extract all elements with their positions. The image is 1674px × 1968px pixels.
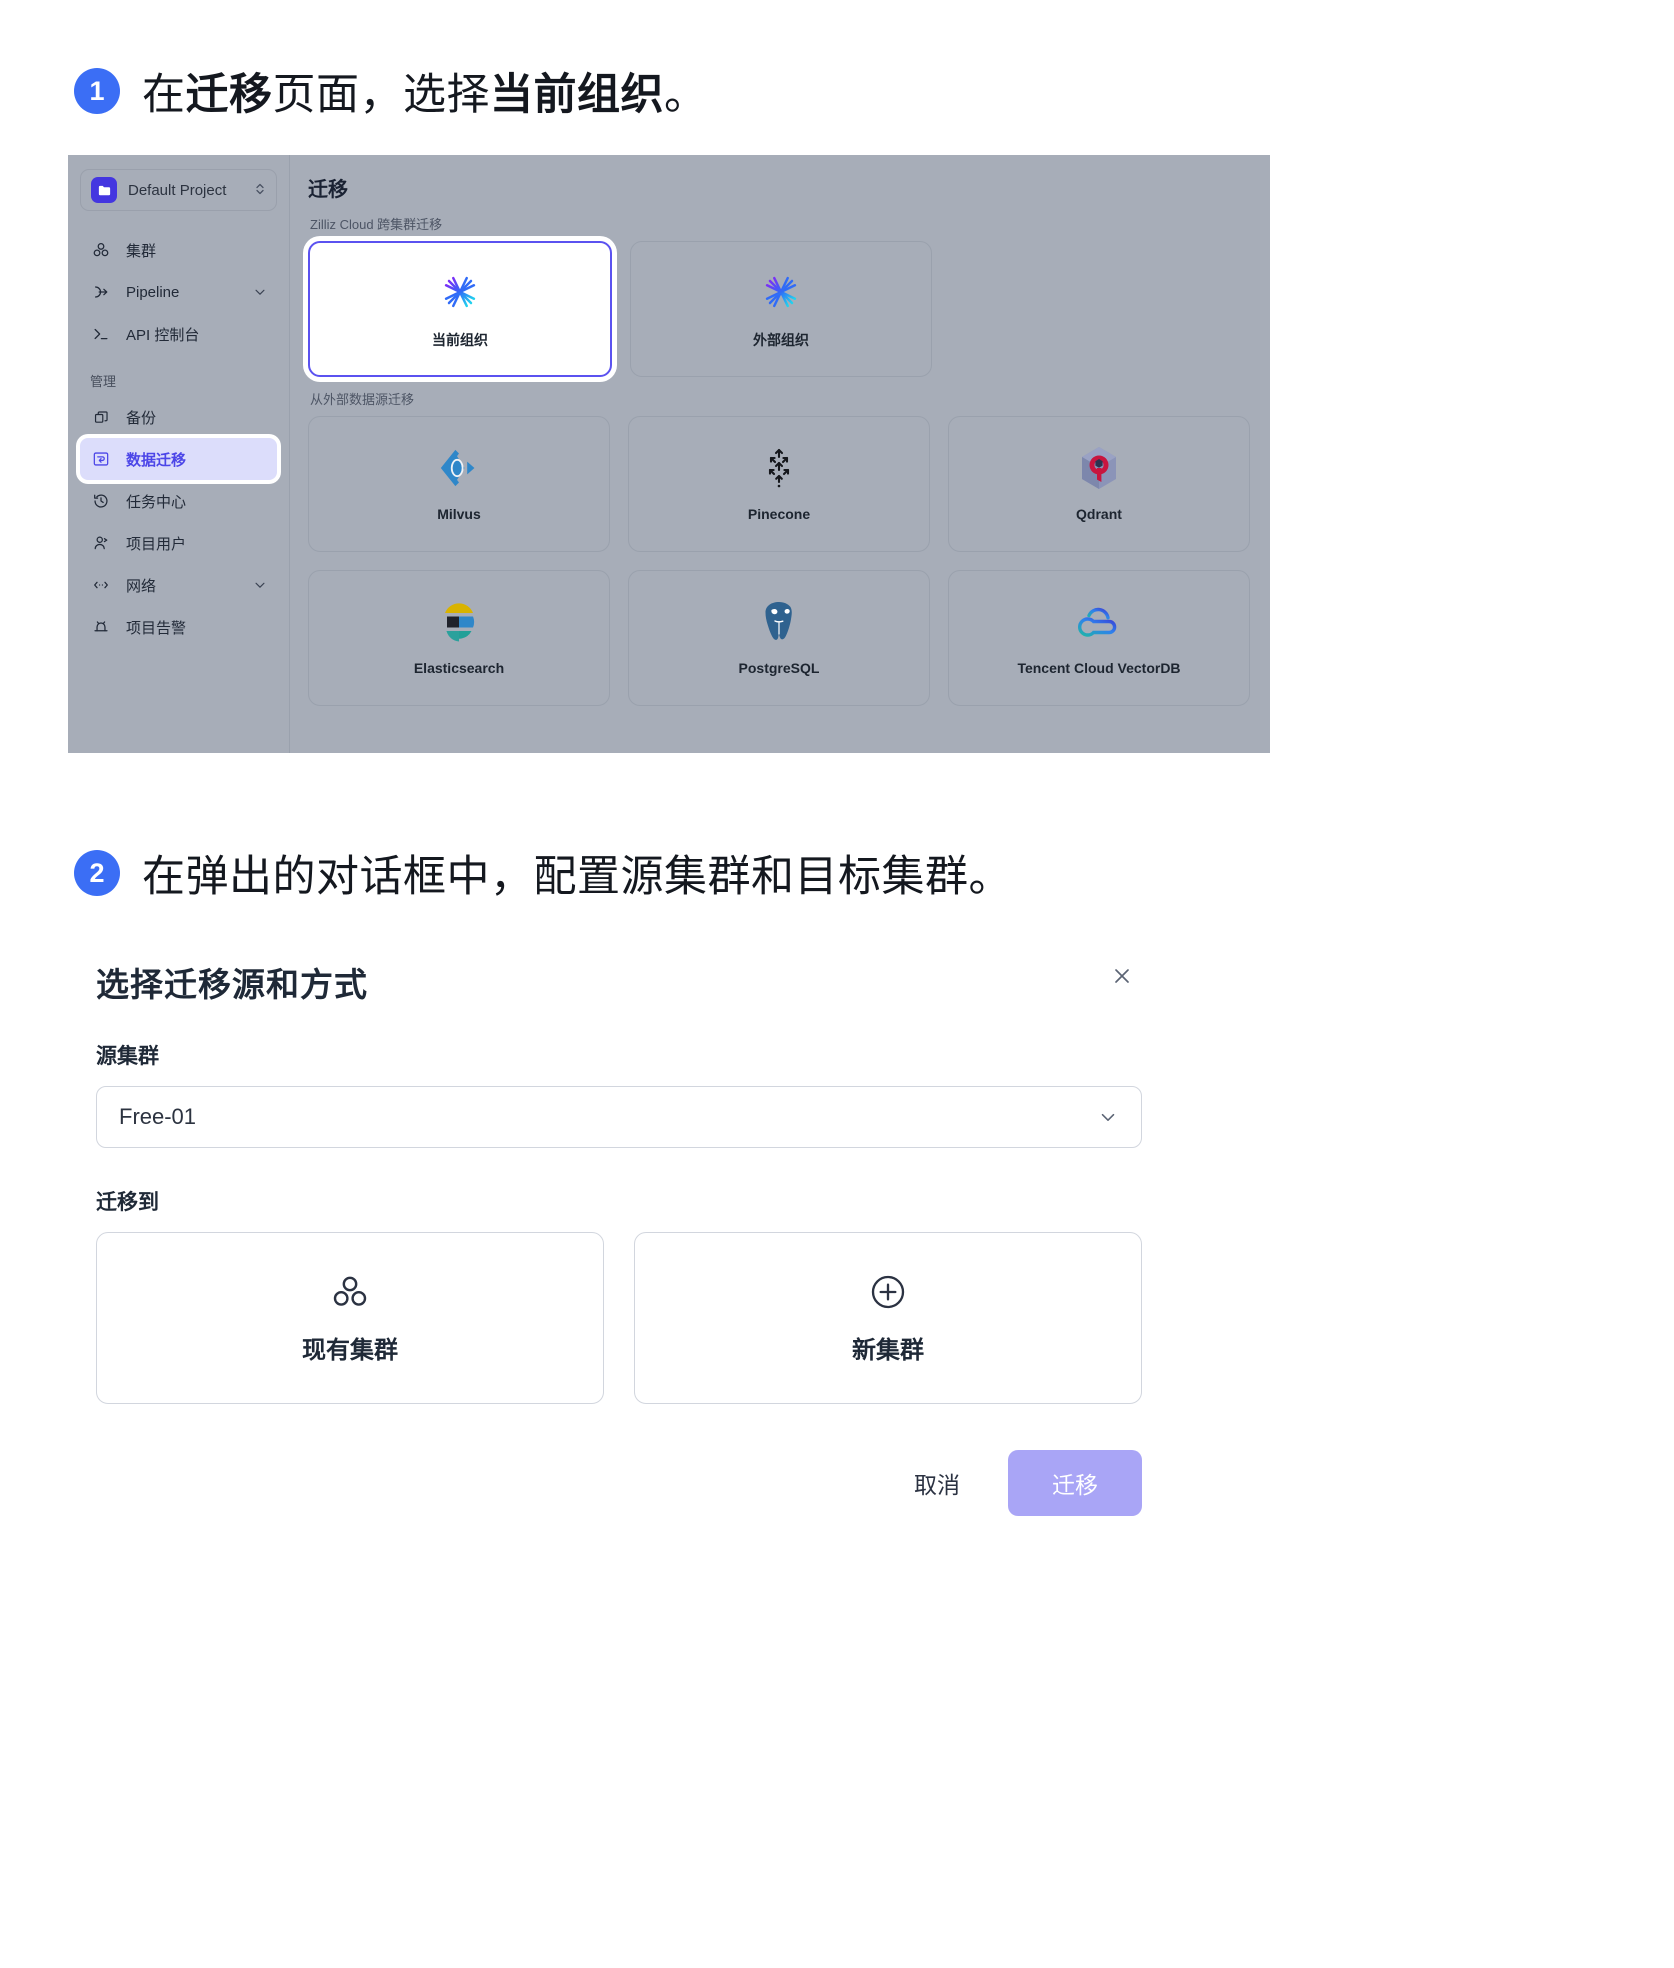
zilliz-star-icon	[758, 268, 804, 316]
destination-existing-cluster[interactable]: 现有集群	[96, 1232, 604, 1404]
card-label: 当前组织	[432, 332, 488, 348]
milvus-icon	[437, 446, 481, 490]
console-main: 迁移 Zilliz Cloud 跨集群迁移 当前组织 外部组织 从外部数据源迁移…	[290, 155, 1270, 753]
card-label: Tencent Cloud VectorDB	[1017, 660, 1181, 676]
chevron-down-icon[interactable]	[253, 285, 267, 299]
card-label: Milvus	[437, 506, 481, 522]
sidebar-item-network[interactable]: 网络	[80, 564, 277, 606]
elasticsearch-icon	[439, 600, 479, 644]
backup-icon	[90, 409, 112, 426]
sidebar-item-label: 集群	[126, 242, 157, 260]
external-source-grid: Milvus Pinecone Qdrant Elasticsearch Pos…	[308, 416, 1250, 706]
tencent-cloud-icon	[1075, 600, 1123, 644]
dialog-footer: 取消 迁移	[74, 1404, 1164, 1538]
external-source-tencent-cloud-vectordb[interactable]: Tencent Cloud VectorDB	[948, 570, 1250, 706]
migration-source-current-org[interactable]: 当前组织	[308, 241, 612, 377]
migrate-button[interactable]: 迁移	[1008, 1450, 1142, 1516]
sidebar-item-label: 网络	[126, 577, 157, 595]
card-label: PostgreSQL	[738, 660, 820, 676]
sidebar-item-task-center[interactable]: 任务中心	[80, 480, 277, 522]
step-1-text: 在迁移页面，选择当前组织。	[142, 60, 708, 122]
user-icon	[90, 534, 112, 552]
chevron-down-icon	[1097, 1106, 1119, 1128]
pinecone-icon	[762, 446, 796, 490]
sidebar-item-label: 备份	[126, 409, 157, 427]
card-label: Elasticsearch	[413, 660, 505, 676]
migration-icon	[90, 450, 112, 468]
chevron-updown-icon	[254, 181, 266, 199]
folder-icon	[91, 177, 117, 203]
external-source-pinecone[interactable]: Pinecone	[628, 416, 930, 552]
console-screenshot: Default Project 集群 Pipeline API 控制台 管理 备…	[68, 155, 1270, 753]
network-icon	[90, 576, 112, 594]
org-card-row: 当前组织 外部组织	[308, 241, 1250, 377]
zilliz-star-icon	[437, 268, 483, 316]
sidebar-item-label: 项目用户	[126, 535, 187, 553]
qdrant-icon	[1079, 446, 1119, 490]
plus-circle-icon	[868, 1272, 908, 1312]
source-cluster-label: 源集群	[96, 1045, 159, 1068]
sidebar-item-label: 项目告警	[126, 619, 187, 637]
step-1-text-part-3: 页面，选择	[272, 71, 490, 119]
card-label: Qdrant	[1076, 506, 1122, 522]
step-1-text-part-4: 当前组织	[490, 71, 664, 119]
destination-options: 现有集群 新集群	[96, 1232, 1142, 1404]
external-source-qdrant[interactable]: Qdrant	[948, 416, 1250, 552]
destination-label: 迁移到	[96, 1191, 159, 1214]
destination-label-text: 现有集群	[302, 1336, 398, 1364]
external-source-milvus[interactable]: Milvus	[308, 416, 610, 552]
cancel-button[interactable]: 取消	[892, 1452, 982, 1514]
section-label-external-source: 从外部数据源迁移	[310, 392, 415, 407]
sidebar-item-label: API 控制台	[126, 326, 200, 344]
sidebar-section-label: 管理	[90, 374, 117, 389]
destination-label-text: 新集群	[852, 1336, 924, 1364]
external-source-elasticsearch[interactable]: Elasticsearch	[308, 570, 610, 706]
sidebar-item-project-users[interactable]: 项目用户	[80, 522, 277, 564]
pipeline-icon	[90, 283, 112, 301]
step-2-heading: 2 在弹出的对话框中，配置源集群和目标集群。	[74, 842, 1012, 904]
migration-source-external-org[interactable]: 外部组织	[630, 241, 932, 377]
sidebar-item-label: 数据迁移	[126, 451, 187, 469]
card-label: 外部组织	[753, 332, 809, 348]
alert-icon	[90, 618, 112, 636]
dialog-header: 选择迁移源和方式	[74, 940, 1164, 1006]
sidebar-item-api-console[interactable]: API 控制台	[80, 313, 277, 355]
card-label: Pinecone	[747, 506, 811, 522]
step-2-text: 在弹出的对话框中，配置源集群和目标集群。	[142, 853, 1012, 901]
close-icon[interactable]	[1100, 958, 1144, 999]
chevron-down-icon[interactable]	[253, 578, 267, 592]
step-1-badge: 1	[74, 68, 120, 114]
sidebar-item-backup[interactable]: 备份	[80, 396, 277, 438]
sidebar-item-clusters[interactable]: 集群	[80, 229, 277, 271]
org-row-spacer	[950, 241, 1250, 377]
sidebar: Default Project 集群 Pipeline API 控制台 管理 备…	[68, 155, 290, 753]
cluster-icon	[90, 241, 112, 259]
external-source-postgresql[interactable]: PostgreSQL	[628, 570, 930, 706]
destination-new-cluster[interactable]: 新集群	[634, 1232, 1142, 1404]
history-icon	[90, 492, 112, 510]
cluster-icon	[330, 1272, 370, 1312]
source-cluster-select[interactable]: Free-01	[96, 1086, 1142, 1148]
postgresql-icon	[758, 600, 800, 644]
dialog-body: 源集群 Free-01 迁移到 现有集群 新集群	[74, 1006, 1164, 1404]
step-1-text-part-2: 迁移	[185, 71, 273, 119]
page-title: 迁移	[308, 179, 348, 201]
sidebar-item-label: 任务中心	[126, 493, 187, 511]
migration-dialog: 选择迁移源和方式 源集群 Free-01 迁移到 现有集群 新集群 取消 迁移	[74, 940, 1164, 1538]
step-2-badge: 2	[74, 850, 120, 896]
step-1-heading: 1 在迁移页面，选择当前组织。	[74, 60, 708, 122]
terminal-icon	[90, 325, 112, 343]
step-1-text-part-5: 。	[664, 71, 708, 119]
source-cluster-value: Free-01	[119, 1104, 197, 1129]
project-selector[interactable]: Default Project	[80, 169, 277, 211]
dialog-title: 选择迁移源和方式	[96, 966, 368, 1003]
sidebar-item-pipeline[interactable]: Pipeline	[80, 271, 277, 313]
section-label-cross-cluster: Zilliz Cloud 跨集群迁移	[310, 217, 443, 232]
step-1-text-part-1: 在	[142, 71, 186, 119]
sidebar-item-project-alerts[interactable]: 项目告警	[80, 606, 277, 648]
page-root: 1 在迁移页面，选择当前组织。 Default Project 集群 Pipel…	[0, 0, 1674, 1968]
sidebar-item-data-migration[interactable]: 数据迁移	[80, 438, 277, 480]
sidebar-item-label: Pipeline	[126, 283, 180, 301]
project-name: Default Project	[128, 181, 227, 199]
